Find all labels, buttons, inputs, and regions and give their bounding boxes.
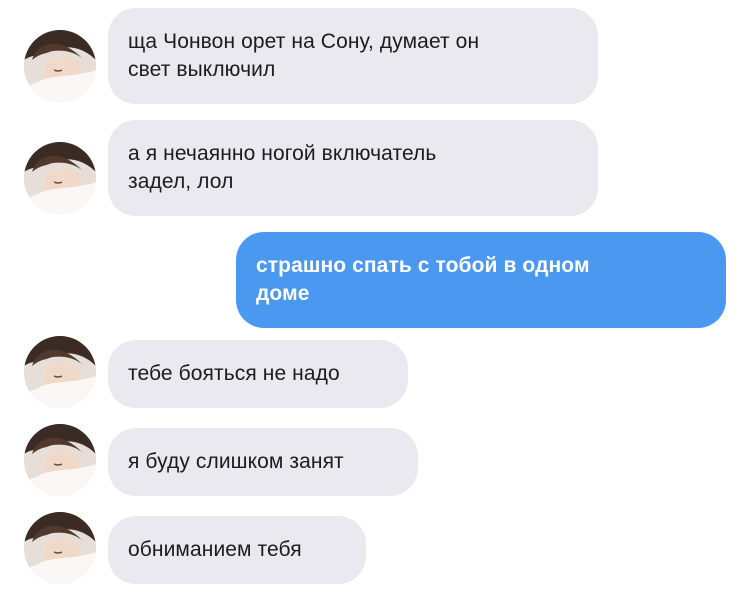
avatar-photo-icon bbox=[24, 142, 96, 214]
avatar-photo-icon bbox=[24, 336, 96, 408]
message-text: а я нечаянно ногой включатель задел, лол bbox=[128, 142, 437, 193]
avatar[interactable] bbox=[24, 142, 96, 214]
message-row: ща Чонвон орет на Сону, думает он свет в… bbox=[0, 8, 750, 104]
incoming-message-bubble[interactable]: ща Чонвон орет на Сону, думает он свет в… bbox=[108, 8, 598, 104]
message-text: обниманием тебя bbox=[128, 538, 302, 561]
incoming-message-bubble[interactable]: а я нечаянно ногой включатель задел, лол bbox=[108, 120, 598, 216]
avatar[interactable] bbox=[24, 424, 96, 496]
avatar[interactable] bbox=[24, 512, 96, 584]
incoming-message-bubble[interactable]: обниманием тебя bbox=[108, 516, 366, 584]
message-text: ща Чонвон орет на Сону, думает он свет в… bbox=[128, 30, 480, 81]
avatar-photo-icon bbox=[24, 424, 96, 496]
avatar[interactable] bbox=[24, 30, 96, 102]
incoming-message-bubble[interactable]: тебе бояться не надо bbox=[108, 340, 408, 408]
message-row: я буду слишком занят bbox=[0, 424, 750, 496]
message-text: я буду слишком занят bbox=[128, 450, 344, 473]
avatar[interactable] bbox=[24, 336, 96, 408]
message-row: а я нечаянно ногой включатель задел, лол bbox=[0, 120, 750, 216]
message-row: обниманием тебя bbox=[0, 512, 750, 584]
avatar-photo-icon bbox=[24, 30, 96, 102]
message-text: тебе бояться не надо bbox=[128, 362, 340, 385]
avatar-photo-icon bbox=[24, 512, 96, 584]
message-text: страшно спать с тобой в одном доме bbox=[256, 254, 590, 305]
outgoing-message-bubble[interactable]: страшно спать с тобой в одном доме bbox=[236, 232, 726, 328]
message-row: страшно спать с тобой в одном доме bbox=[0, 232, 750, 328]
message-row: тебе бояться не надо bbox=[0, 336, 750, 408]
chat-thread: ща Чонвон орет на Сону, думает он свет в… bbox=[0, 0, 750, 610]
incoming-message-bubble[interactable]: я буду слишком занят bbox=[108, 428, 418, 496]
